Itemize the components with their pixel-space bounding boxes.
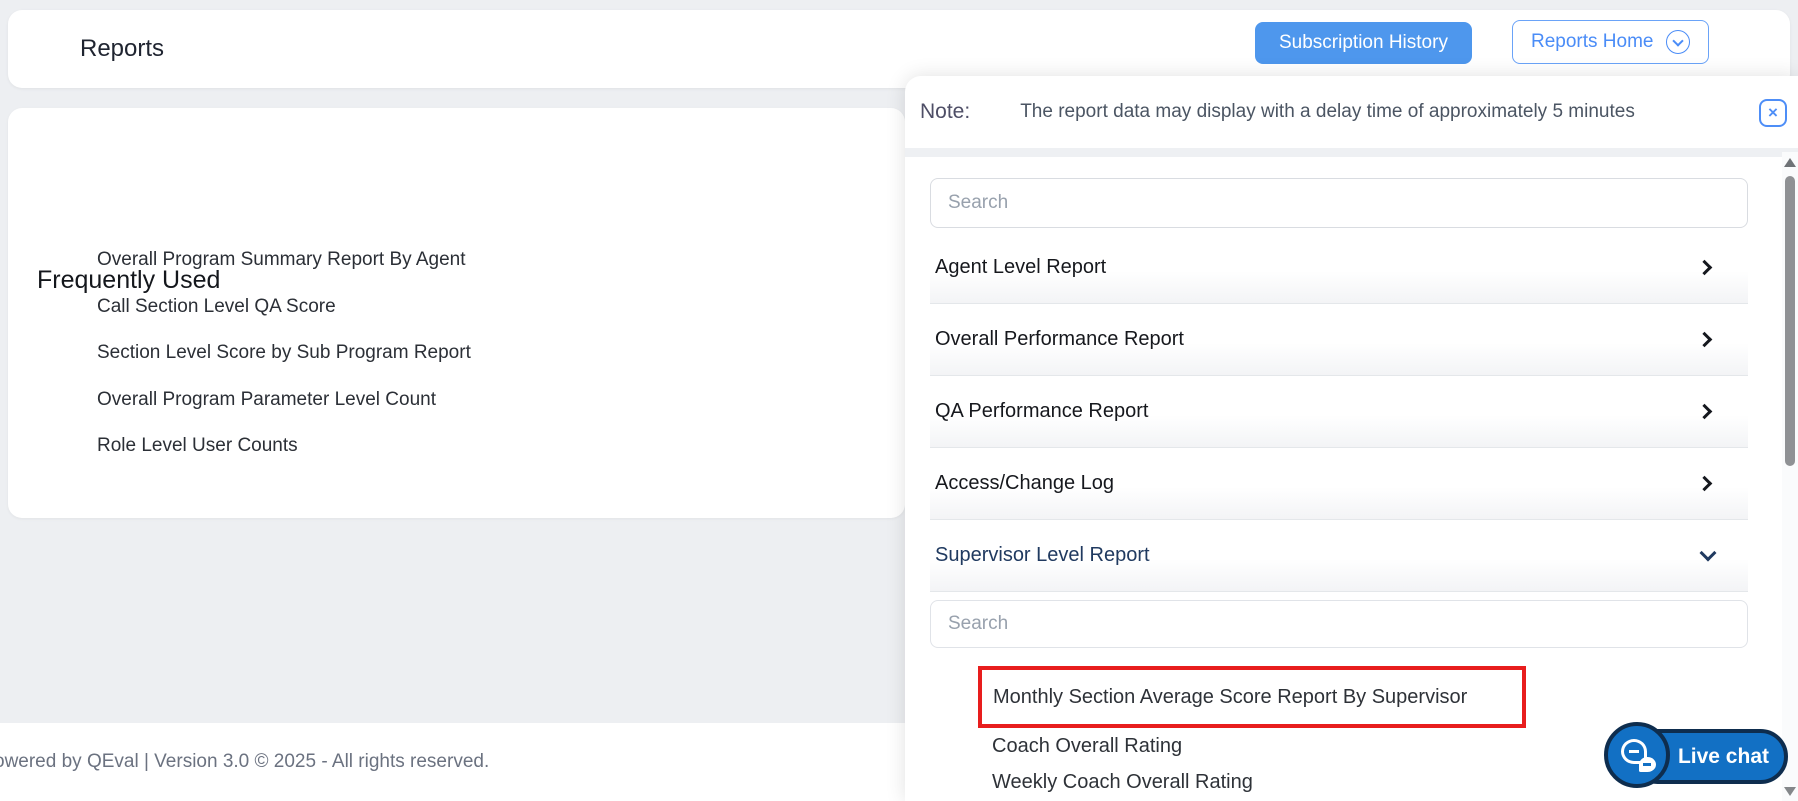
frequently-used-item[interactable]: Section Level Score by Sub Program Repor… xyxy=(97,330,471,377)
chat-bubble-small-icon xyxy=(1639,757,1656,772)
reports-home-button[interactable]: Reports Home xyxy=(1512,20,1709,64)
frequently-used-item[interactable]: Overall Program Summary Report By Agent xyxy=(97,237,471,284)
frequently-used-list: Overall Program Summary Report By Agent … xyxy=(97,237,471,470)
category-access-change-log[interactable]: Access/Change Log xyxy=(930,448,1748,520)
supervisor-search-input[interactable] xyxy=(930,600,1748,648)
note-message: The report data may display with a delay… xyxy=(1020,101,1635,123)
frequently-used-item[interactable]: Call Section Level QA Score xyxy=(97,284,471,331)
live-chat-icon[interactable] xyxy=(1604,722,1670,788)
live-chat-label: Live chat xyxy=(1678,745,1769,769)
category-agent-level-report[interactable]: Agent Level Report xyxy=(930,232,1748,304)
frequently-used-card: Frequently Used Overall Program Summary … xyxy=(8,108,905,518)
chevron-right-icon xyxy=(1697,332,1713,348)
reports-home-label: Reports Home xyxy=(1531,31,1654,53)
footer-text: owered by QEval | Version 3.0 © 2025 - A… xyxy=(0,723,489,801)
category-supervisor-level-report[interactable]: Supervisor Level Report xyxy=(930,520,1748,592)
reports-dropdown-panel: Note: The report data may display with a… xyxy=(905,76,1798,801)
category-qa-performance-report[interactable]: QA Performance Report xyxy=(930,376,1748,448)
note-bar: Note: The report data may display with a… xyxy=(905,76,1798,148)
note-label: Note: xyxy=(920,100,970,124)
scroll-up-icon[interactable] xyxy=(1784,158,1796,167)
report-item-monthly-section-average[interactable]: Monthly Section Average Score Report By … xyxy=(993,686,1467,709)
scrollbar[interactable] xyxy=(1782,152,1798,801)
panel-divider xyxy=(905,148,1798,157)
close-icon[interactable]: × xyxy=(1759,99,1787,127)
chevron-right-icon xyxy=(1697,260,1713,276)
frequently-used-item[interactable]: Role Level User Counts xyxy=(97,423,471,470)
page-title: Reports xyxy=(80,10,164,88)
report-category-list: Agent Level Report Overall Performance R… xyxy=(905,178,1798,800)
category-overall-performance-report[interactable]: Overall Performance Report xyxy=(930,304,1748,376)
scrollbar-thumb[interactable] xyxy=(1785,176,1795,466)
report-item-weekly-coach-overall-rating[interactable]: Weekly Coach Overall Rating xyxy=(992,771,1253,794)
search-input[interactable] xyxy=(930,178,1748,228)
chevron-right-icon xyxy=(1697,476,1713,492)
frequently-used-item[interactable]: Overall Program Parameter Level Count xyxy=(97,377,471,424)
chevron-right-icon xyxy=(1697,404,1713,420)
highlight-annotation: Monthly Section Average Score Report By … xyxy=(978,666,1526,728)
chevron-down-icon xyxy=(1700,544,1717,561)
subscription-history-button[interactable]: Subscription History xyxy=(1255,22,1472,64)
report-item-coach-overall-rating[interactable]: Coach Overall Rating xyxy=(992,735,1182,758)
chevron-down-circle-icon xyxy=(1666,30,1690,54)
scroll-down-icon[interactable] xyxy=(1784,787,1796,796)
